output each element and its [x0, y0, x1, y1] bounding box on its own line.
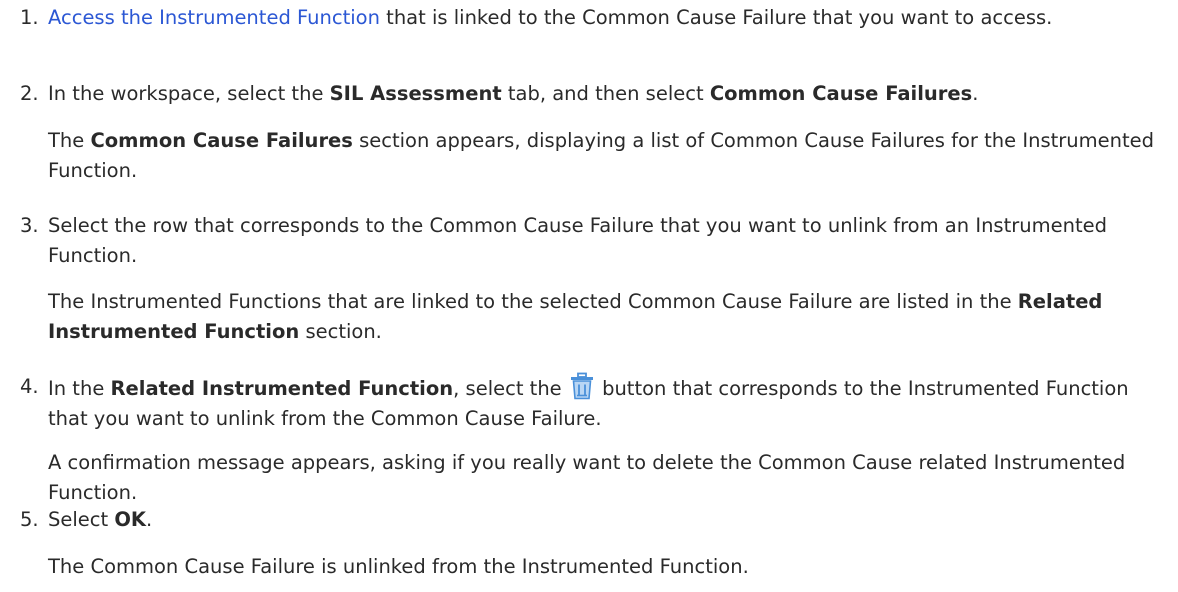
trash-icon [569, 372, 595, 400]
step-number: 5. [20, 508, 39, 531]
step-text: . [972, 82, 979, 105]
step-1: 1. Access the Instrumented Function that… [20, 3, 1160, 33]
sil-assessment-label: SIL Assessment [329, 82, 502, 105]
step-number: 4. [20, 375, 39, 398]
step-number: 1. [20, 6, 39, 29]
step-3-result: The Instrumented Functions that are link… [48, 290, 1103, 343]
step-2: 2. In the workspace, select the SIL Asse… [20, 79, 1160, 109]
procedure-document: 1. Access the Instrumented Function that… [0, 0, 1178, 592]
step-5: 5. Select OK. [20, 505, 1160, 535]
access-instrumented-function-link[interactable]: Access the Instrumented Function [48, 6, 380, 29]
common-cause-failures-label: Common Cause Failures [709, 82, 973, 105]
related-instrumented-function-label: Related Instrumented Function [110, 377, 454, 400]
step-number: 3. [20, 214, 39, 237]
ok-label: OK [114, 508, 147, 531]
step-text: that is linked to the Common Cause Failu… [379, 6, 1053, 29]
step-5-result: The Common Cause Failure is unlinked fro… [48, 555, 749, 578]
step-3: 3. Select the row that corresponds to th… [20, 211, 1160, 271]
step-number: 2. [20, 82, 39, 105]
step-4: 4. In the Related Instrumented Function,… [20, 372, 1160, 434]
step-text: Select the row that corresponds to the C… [48, 214, 1107, 267]
step-text: tab, and then select [501, 82, 710, 105]
common-cause-failures-label: Common Cause Failures [90, 129, 353, 152]
step-text: In the workspace, select the [48, 82, 330, 105]
step-4-result: A confirmation message appears, asking i… [48, 451, 1126, 504]
step-2-result: The Common Cause Failures section appear… [48, 129, 1155, 182]
